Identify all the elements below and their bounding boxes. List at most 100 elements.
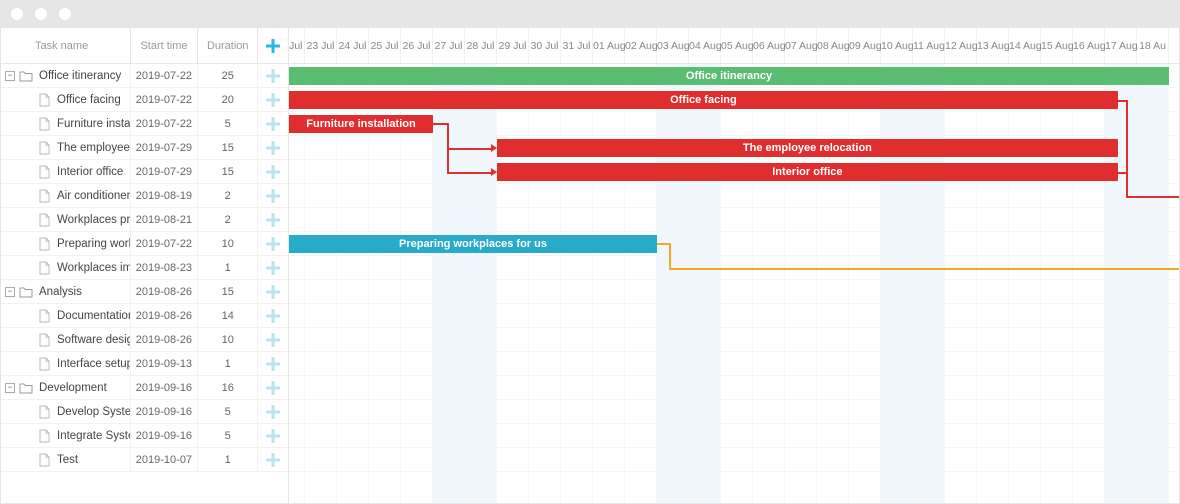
grid-row xyxy=(289,280,1179,304)
task-row[interactable]: Test2019-10-071 xyxy=(1,448,288,472)
plus-icon xyxy=(266,141,280,155)
task-row[interactable]: −Office itinerancy2019-07-2225 xyxy=(1,64,288,88)
task-start: 2019-09-16 xyxy=(131,376,199,399)
add-task-button[interactable] xyxy=(258,376,288,399)
task-duration: 16 xyxy=(198,376,258,399)
task-row[interactable]: Interior office2019-07-2915 xyxy=(1,160,288,184)
file-icon xyxy=(37,93,51,107)
task-row[interactable]: Software design2019-08-2610 xyxy=(1,328,288,352)
add-task-button[interactable] xyxy=(258,88,288,111)
add-task-button[interactable] xyxy=(258,400,288,423)
task-name: The employee r xyxy=(57,142,130,154)
timeline-day-header: 11 Aug xyxy=(913,28,945,64)
timeline-day-header: 23 Jul xyxy=(305,28,337,64)
task-start: 2019-09-16 xyxy=(131,400,199,423)
add-task-button[interactable] xyxy=(258,184,288,207)
titlebar[interactable] xyxy=(1,0,1179,28)
timeline-day-header: 17 Aug xyxy=(1105,28,1137,64)
task-duration: 14 xyxy=(198,304,258,327)
expander-icon[interactable]: − xyxy=(5,287,15,297)
gantt-bar[interactable]: Interior office xyxy=(497,163,1118,181)
plus-icon[interactable] xyxy=(266,39,280,53)
task-name: Software design xyxy=(57,334,130,346)
timeline[interactable]: 22 Jul23 Jul24 Jul25 Jul26 Jul27 Jul28 J… xyxy=(289,28,1179,503)
task-name: Preparing workp xyxy=(57,238,130,250)
dependency-link xyxy=(1126,196,1179,198)
timeline-day-header: 07 Aug xyxy=(785,28,817,64)
dependency-link xyxy=(433,123,447,125)
task-row[interactable]: Furniture install2019-07-225 xyxy=(1,112,288,136)
task-row[interactable]: Preparing workp2019-07-2210 xyxy=(1,232,288,256)
task-row[interactable]: Office facing 2019-07-2220 xyxy=(1,88,288,112)
task-row[interactable]: Develop System2019-09-165 xyxy=(1,400,288,424)
grid-row xyxy=(289,304,1179,328)
task-row[interactable]: −Development2019-09-1616 xyxy=(1,376,288,400)
window-control-dot[interactable] xyxy=(35,8,47,20)
gantt-bar[interactable]: Furniture installation xyxy=(289,115,433,133)
add-task-button[interactable] xyxy=(258,256,288,279)
file-icon xyxy=(37,165,51,179)
gantt-bar[interactable]: Preparing workplaces for us xyxy=(289,235,657,253)
task-duration: 10 xyxy=(198,232,258,255)
task-row[interactable]: Integrate System2019-09-165 xyxy=(1,424,288,448)
grid-row xyxy=(289,424,1179,448)
plus-icon xyxy=(266,333,280,347)
add-task-button[interactable] xyxy=(258,160,288,183)
grid-header: Task name Start time Duration xyxy=(1,28,288,64)
task-name: Interface setup xyxy=(57,358,130,370)
task-duration: 5 xyxy=(198,400,258,423)
task-start: 2019-07-22 xyxy=(131,88,199,111)
task-name: Furniture install xyxy=(57,118,130,130)
task-row[interactable]: Interface setup2019-09-131 xyxy=(1,352,288,376)
col-header-add[interactable] xyxy=(258,28,288,63)
gantt-bar-label: Preparing workplaces for us xyxy=(399,238,547,250)
task-duration: 1 xyxy=(198,256,258,279)
task-row[interactable]: Workplaces imp2019-08-231 xyxy=(1,256,288,280)
window-control-dot[interactable] xyxy=(11,8,23,20)
add-task-button[interactable] xyxy=(258,328,288,351)
task-row[interactable]: Air conditioners2019-08-192 xyxy=(1,184,288,208)
task-row[interactable]: Workplaces pre2019-08-212 xyxy=(1,208,288,232)
grid-row xyxy=(289,328,1179,352)
task-duration: 25 xyxy=(198,64,258,87)
gantt-chart[interactable]: Office itinerancy Office facing Furniture … xyxy=(289,64,1179,503)
task-row[interactable]: −Analysis2019-08-2615 xyxy=(1,280,288,304)
dependency-link xyxy=(1126,100,1128,196)
expander-icon[interactable]: − xyxy=(5,71,15,81)
gantt-bar[interactable]: The employee relocation xyxy=(497,139,1118,157)
task-name: Analysis xyxy=(39,286,82,298)
col-header-start[interactable]: Start time xyxy=(131,28,199,63)
add-task-button[interactable] xyxy=(258,304,288,327)
add-task-button[interactable] xyxy=(258,448,288,471)
task-row[interactable]: Documentation2019-08-2614 xyxy=(1,304,288,328)
task-row[interactable]: The employee r2019-07-2915 xyxy=(1,136,288,160)
gantt-bar-label: Interior office xyxy=(772,166,842,178)
file-icon xyxy=(37,405,51,419)
add-task-button[interactable] xyxy=(258,64,288,87)
col-header-duration[interactable]: Duration xyxy=(198,28,258,63)
grid-row xyxy=(289,400,1179,424)
add-task-button[interactable] xyxy=(258,280,288,303)
add-task-button[interactable] xyxy=(258,136,288,159)
add-task-button[interactable] xyxy=(258,232,288,255)
timeline-header: 22 Jul23 Jul24 Jul25 Jul26 Jul27 Jul28 J… xyxy=(289,28,1179,64)
plus-icon xyxy=(266,285,280,299)
timeline-day-header: 15 Aug xyxy=(1041,28,1073,64)
add-task-button[interactable] xyxy=(258,424,288,447)
task-duration: 15 xyxy=(198,136,258,159)
task-start: 2019-08-19 xyxy=(131,184,199,207)
add-task-button[interactable] xyxy=(258,352,288,375)
file-icon xyxy=(37,261,51,275)
task-duration: 20 xyxy=(198,88,258,111)
window-control-dot[interactable] xyxy=(59,8,71,20)
gantt-bar[interactable]: Office facing xyxy=(289,91,1118,109)
task-name: Air conditioners xyxy=(57,190,130,202)
expander-icon[interactable]: − xyxy=(5,383,15,393)
add-task-button[interactable] xyxy=(258,208,288,231)
gantt-bar[interactable]: Office itinerancy xyxy=(289,67,1169,85)
plus-icon xyxy=(266,189,280,203)
timeline-day-header: 29 Jul xyxy=(497,28,529,64)
col-header-name[interactable]: Task name xyxy=(1,28,131,63)
task-name: Office facing xyxy=(57,94,121,106)
add-task-button[interactable] xyxy=(258,112,288,135)
